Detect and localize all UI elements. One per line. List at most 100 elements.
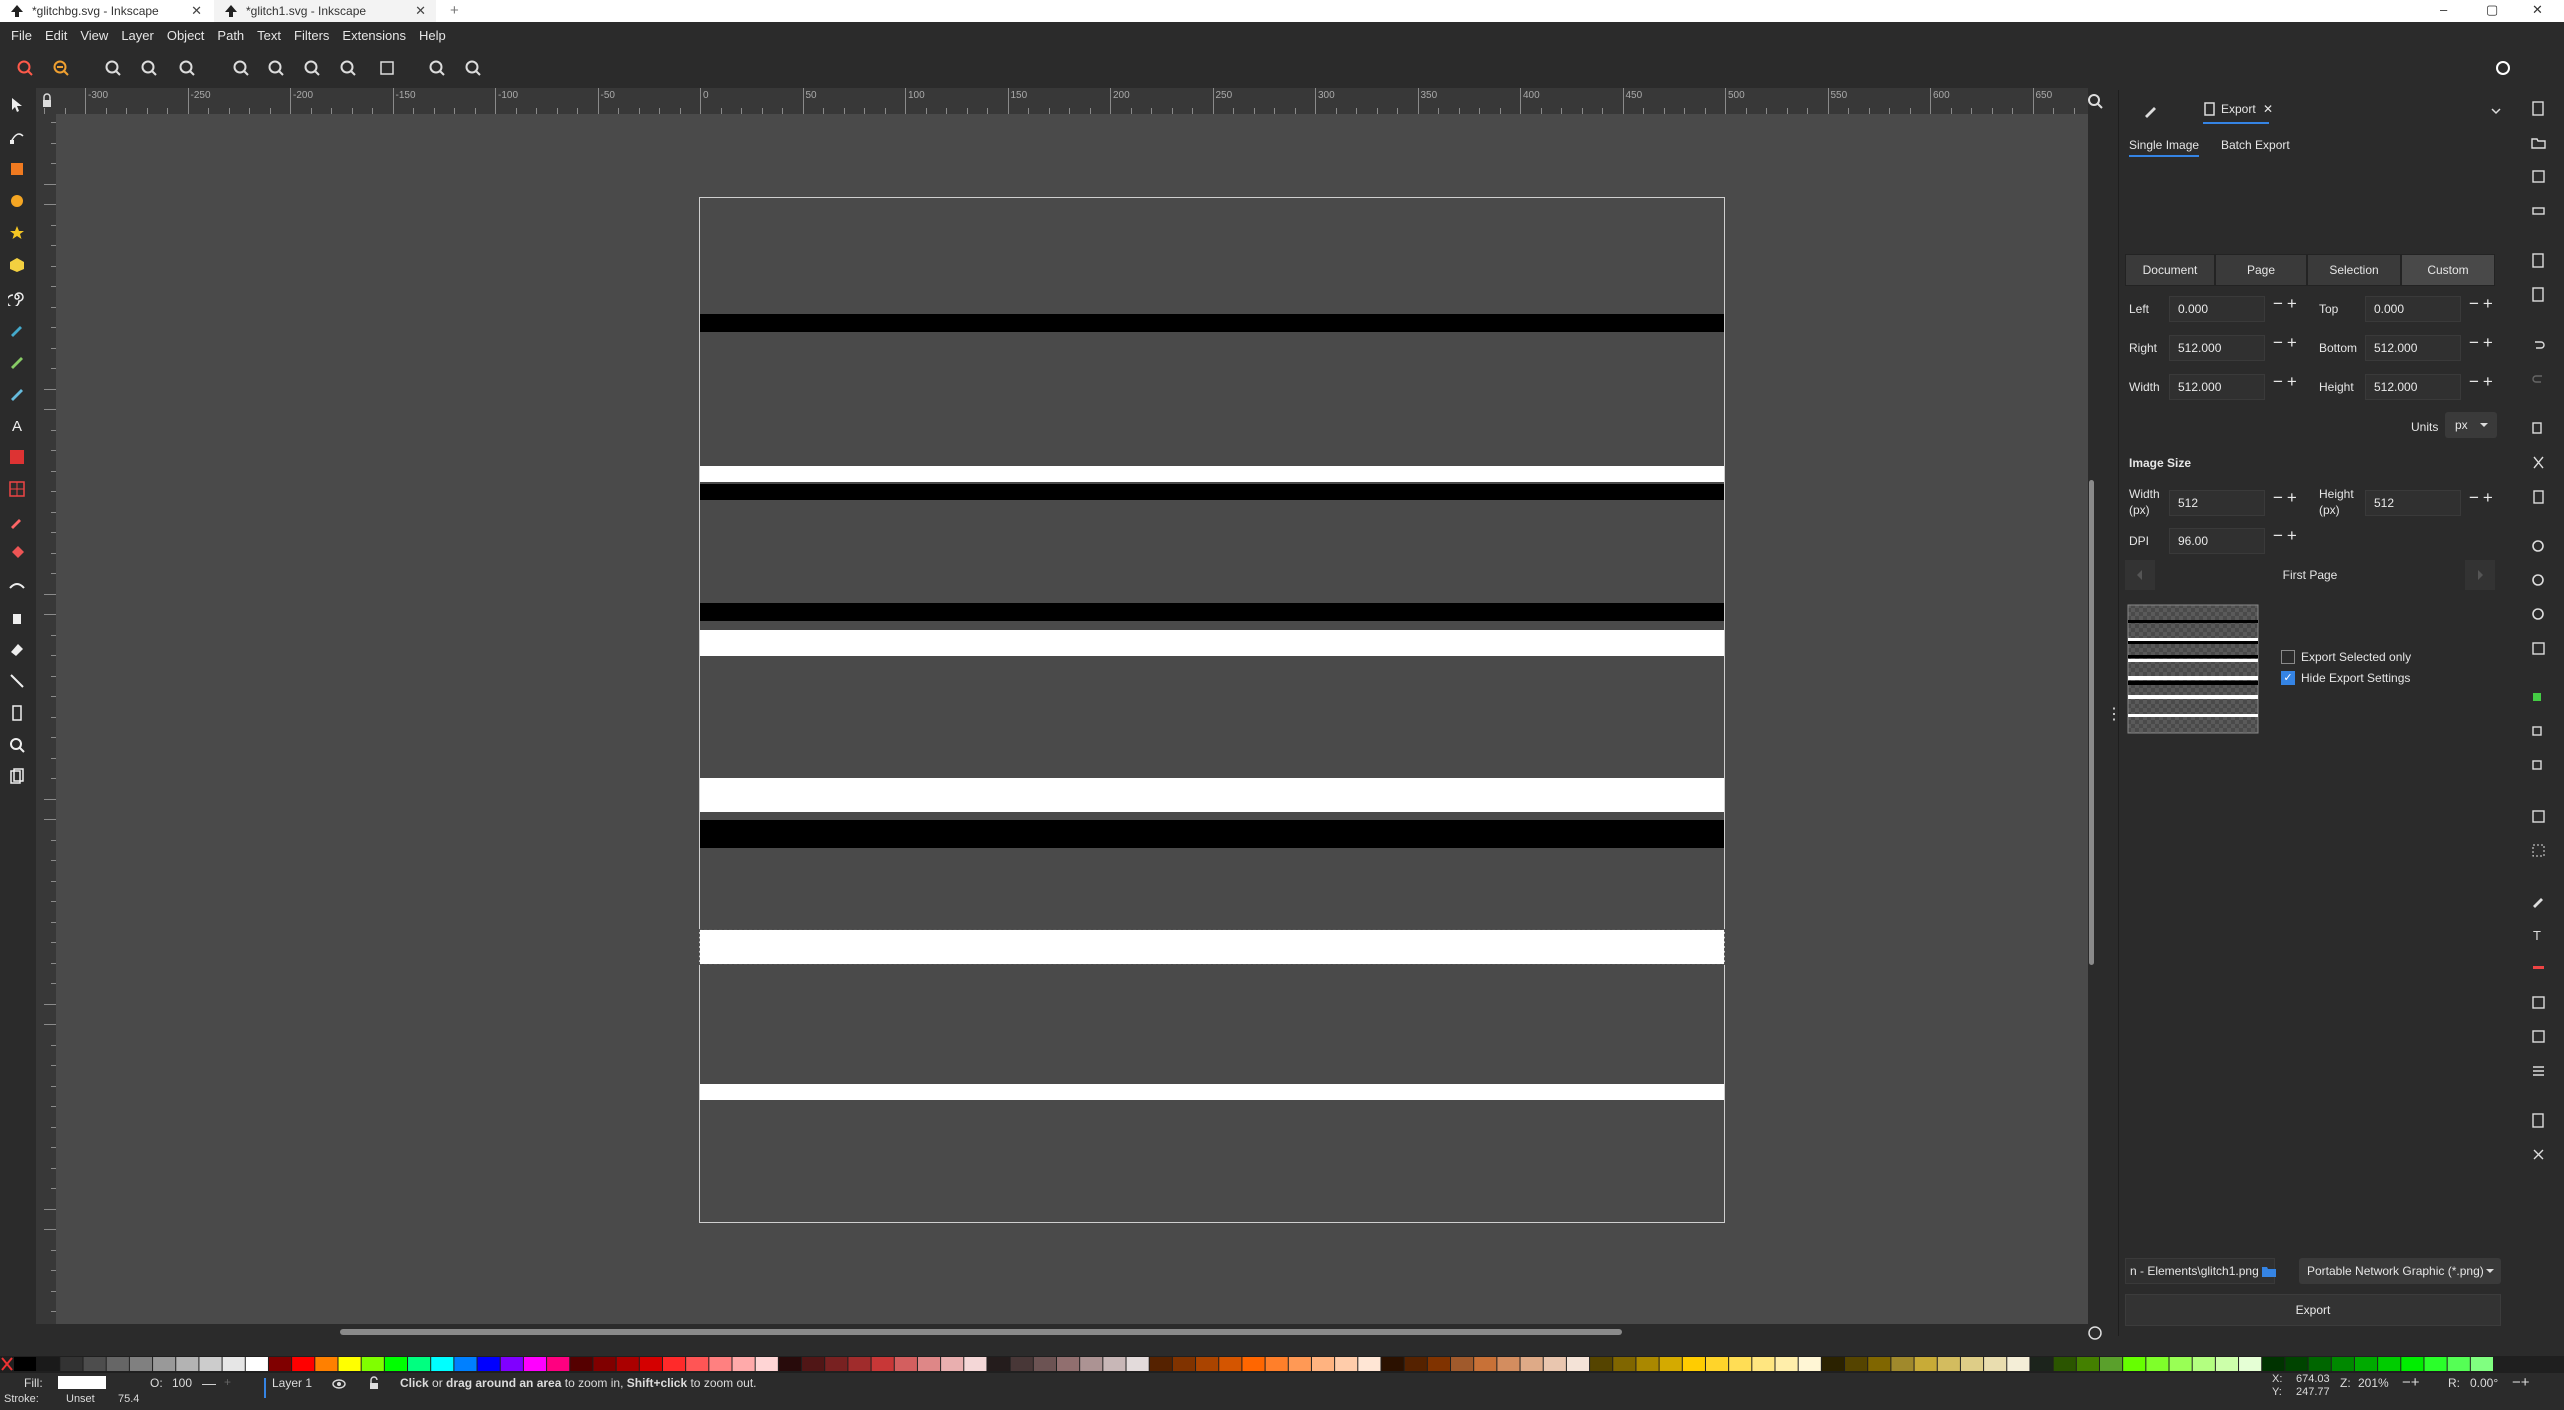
paint-bucket-tool-icon[interactable] xyxy=(8,544,26,562)
window-tab-glitchbg[interactable]: *glitchbg.svg - Inkscape ✕ xyxy=(0,0,212,22)
palette-swatch[interactable] xyxy=(1613,1357,1636,1371)
zoom-1-1-icon[interactable] xyxy=(104,59,122,77)
palette-swatch[interactable] xyxy=(2215,1357,2239,1371)
palette-swatch[interactable] xyxy=(1659,1357,1682,1371)
palette-swatch[interactable] xyxy=(987,1357,1010,1371)
area-selection-button[interactable]: Selection xyxy=(2307,254,2401,286)
palette-swatch[interactable] xyxy=(1937,1357,1960,1371)
palette-swatch[interactable] xyxy=(1914,1357,1937,1371)
horizontal-scrollbar[interactable] xyxy=(340,1329,1622,1335)
layer-lock-icon[interactable] xyxy=(368,1376,380,1390)
menu-edit[interactable]: Edit xyxy=(45,28,67,43)
palette-swatch[interactable] xyxy=(848,1357,871,1371)
menu-path[interactable]: Path xyxy=(217,28,244,43)
batch-export-tab[interactable]: Batch Export xyxy=(2221,138,2290,152)
group-icon[interactable] xyxy=(2530,808,2547,825)
document-page[interactable] xyxy=(699,197,1725,1223)
palette-swatch[interactable] xyxy=(1752,1357,1775,1371)
menu-filters[interactable]: Filters xyxy=(294,28,329,43)
units-dropdown[interactable]: px xyxy=(2445,412,2497,438)
file-format-dropdown[interactable]: Portable Network Graphic (*.png) xyxy=(2299,1258,2501,1284)
document-properties-icon[interactable] xyxy=(2530,1112,2547,1129)
palette-swatch[interactable] xyxy=(894,1357,917,1371)
zoom-next-icon[interactable] xyxy=(464,59,482,77)
text-font-cmd-icon[interactable]: T xyxy=(2530,926,2547,943)
palette-swatch[interactable] xyxy=(454,1357,477,1371)
pencil-tool-icon[interactable] xyxy=(8,352,26,370)
white-stripe[interactable] xyxy=(700,630,1724,656)
palette-swatch[interactable] xyxy=(1103,1357,1126,1371)
opacity-decrement[interactable]: — xyxy=(202,1375,216,1391)
window-tab-glitch1[interactable]: *glitch1.svg - Inkscape ✕ xyxy=(214,0,436,24)
new-document-icon[interactable] xyxy=(2530,100,2547,117)
palette-swatch[interactable] xyxy=(83,1357,106,1371)
menu-file[interactable]: File xyxy=(11,28,32,43)
palette-swatch[interactable] xyxy=(1960,1357,1984,1371)
palette-swatch[interactable] xyxy=(1474,1357,1497,1371)
bottom-input[interactable]: 512.000 xyxy=(2365,335,2461,361)
palette-swatch[interactable] xyxy=(686,1357,709,1371)
paste-icon[interactable] xyxy=(2530,488,2547,505)
node-tool-icon[interactable] xyxy=(8,128,26,146)
black-stripe[interactable] xyxy=(700,603,1724,621)
palette-swatch[interactable] xyxy=(2030,1357,2053,1371)
white-stripe[interactable] xyxy=(700,778,1724,812)
palette-swatch[interactable] xyxy=(2099,1357,2123,1371)
palette-swatch[interactable] xyxy=(2192,1357,2215,1371)
width-input[interactable]: 512.000 xyxy=(2169,374,2265,400)
bottom-stepper[interactable]: −+ xyxy=(2469,333,2497,353)
align-distribute-icon[interactable] xyxy=(2530,1028,2547,1045)
palette-swatch[interactable] xyxy=(176,1357,199,1371)
connector-tool-icon[interactable] xyxy=(8,672,26,690)
palette-swatch[interactable] xyxy=(2146,1357,2169,1371)
palette-swatch[interactable] xyxy=(2424,1357,2447,1371)
palette-swatch[interactable] xyxy=(2285,1357,2308,1371)
palette-swatch[interactable] xyxy=(2123,1357,2146,1371)
print-icon[interactable] xyxy=(2530,202,2547,219)
palette-swatch[interactable] xyxy=(1427,1357,1451,1371)
palette-swatch[interactable] xyxy=(1520,1357,1543,1371)
palette-swatch[interactable] xyxy=(616,1357,639,1371)
top-stepper[interactable]: −+ xyxy=(2469,294,2497,314)
objects-icon[interactable] xyxy=(2530,1062,2547,1079)
zoom-drawing-icon[interactable] xyxy=(267,59,285,77)
spiral-tool-icon[interactable] xyxy=(8,288,26,306)
palette-swatch[interactable] xyxy=(732,1357,755,1371)
drawing-canvas[interactable] xyxy=(56,114,2088,1324)
palette-swatch[interactable] xyxy=(917,1357,941,1371)
palette-swatch[interactable] xyxy=(1219,1357,1242,1371)
right-stepper[interactable]: −+ xyxy=(2273,333,2301,353)
palette-swatch[interactable] xyxy=(1682,1357,1705,1371)
palette-swatch[interactable] xyxy=(153,1357,176,1371)
palette-swatch[interactable] xyxy=(2470,1357,2493,1371)
hide-export-settings-checkbox[interactable]: ✓ xyxy=(2281,671,2295,685)
calligraphy-tool-icon[interactable] xyxy=(8,384,26,402)
zoom-selection-cmd-icon[interactable] xyxy=(2530,538,2547,555)
palette-swatch[interactable] xyxy=(639,1357,662,1371)
palette-swatch[interactable] xyxy=(1821,1357,1845,1371)
palette-swatch[interactable] xyxy=(2169,1357,2192,1371)
zoom-correction-icon[interactable] xyxy=(2086,92,2104,110)
palette-swatch[interactable] xyxy=(245,1357,268,1371)
vertical-scrollbar[interactable] xyxy=(2089,480,2094,965)
palette-swatch[interactable] xyxy=(408,1357,431,1371)
ungroup-icon[interactable] xyxy=(2530,842,2547,859)
zoom-drawing-cmd-icon[interactable] xyxy=(2530,572,2547,589)
image-height-input[interactable]: 512 xyxy=(2365,490,2461,516)
palette-swatch[interactable] xyxy=(1705,1357,1729,1371)
close-window-button[interactable]: ✕ xyxy=(2532,2,2543,18)
palette-swatch[interactable] xyxy=(1242,1357,1265,1371)
fill-stroke-tab-icon[interactable] xyxy=(2143,102,2159,118)
palette-swatch[interactable] xyxy=(1798,1357,1821,1371)
folder-icon[interactable] xyxy=(2261,1264,2277,1278)
menu-text[interactable]: Text xyxy=(257,28,281,43)
image-height-stepper[interactable]: −+ xyxy=(2469,488,2497,508)
zoom-page-width-icon[interactable] xyxy=(339,59,357,77)
menu-help[interactable]: Help xyxy=(419,28,446,43)
palette-swatch[interactable] xyxy=(964,1357,987,1371)
image-width-stepper[interactable]: −+ xyxy=(2273,488,2301,508)
top-input[interactable]: 0.000 xyxy=(2365,296,2461,322)
opacity-value[interactable]: 100 xyxy=(172,1376,192,1390)
xml-editor-icon[interactable] xyxy=(2530,994,2547,1011)
palette-swatch[interactable] xyxy=(2331,1357,2354,1371)
